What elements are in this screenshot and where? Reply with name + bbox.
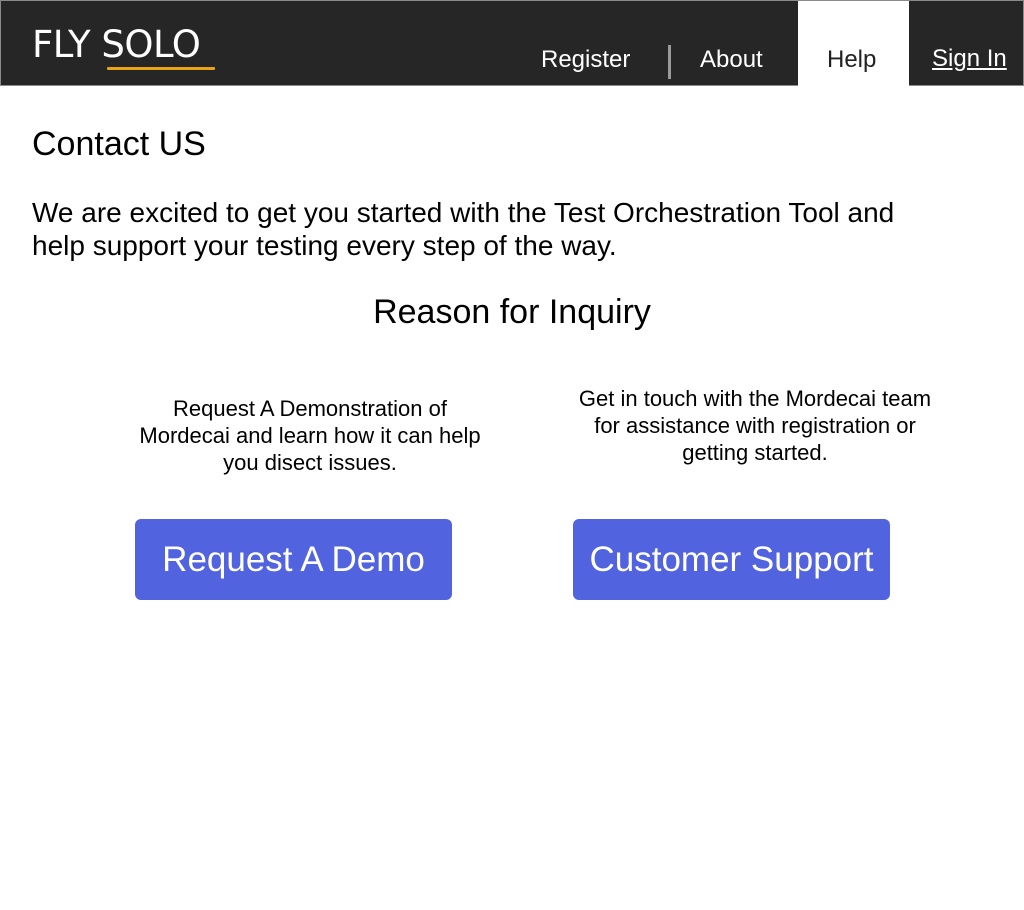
top-navbar: FLY SOLO Register About Help Sign In [0, 0, 1024, 86]
intro-text: We are excited to get you started with t… [32, 197, 895, 261]
page-title: Contact US [32, 125, 206, 163]
demo-description: Request A Demonstration of Mordecai and … [139, 396, 481, 475]
customer-support-button[interactable]: Customer Support [573, 519, 890, 600]
sign-in-link[interactable]: Sign In [932, 45, 1007, 73]
nav-register-link[interactable]: Register [541, 46, 630, 74]
nav-help-label: Help [827, 46, 877, 73]
logo-underline [107, 67, 215, 70]
fly-solo-logo[interactable]: FLY SOLO [32, 23, 215, 73]
support-description: Get in touch with the Mordecai team for … [578, 386, 932, 465]
contact-page: FLY SOLO Register About Help Sign In Con… [0, 0, 1024, 910]
logo-text: FLY SOLO [32, 23, 201, 66]
nav-about-link[interactable]: About [700, 46, 763, 74]
nav-divider [668, 45, 671, 79]
request-demo-button[interactable]: Request A Demo [135, 519, 452, 600]
reason-for-inquiry-heading: Reason for Inquiry [373, 293, 651, 331]
nav-help-tab[interactable]: Help [798, 1, 909, 86]
